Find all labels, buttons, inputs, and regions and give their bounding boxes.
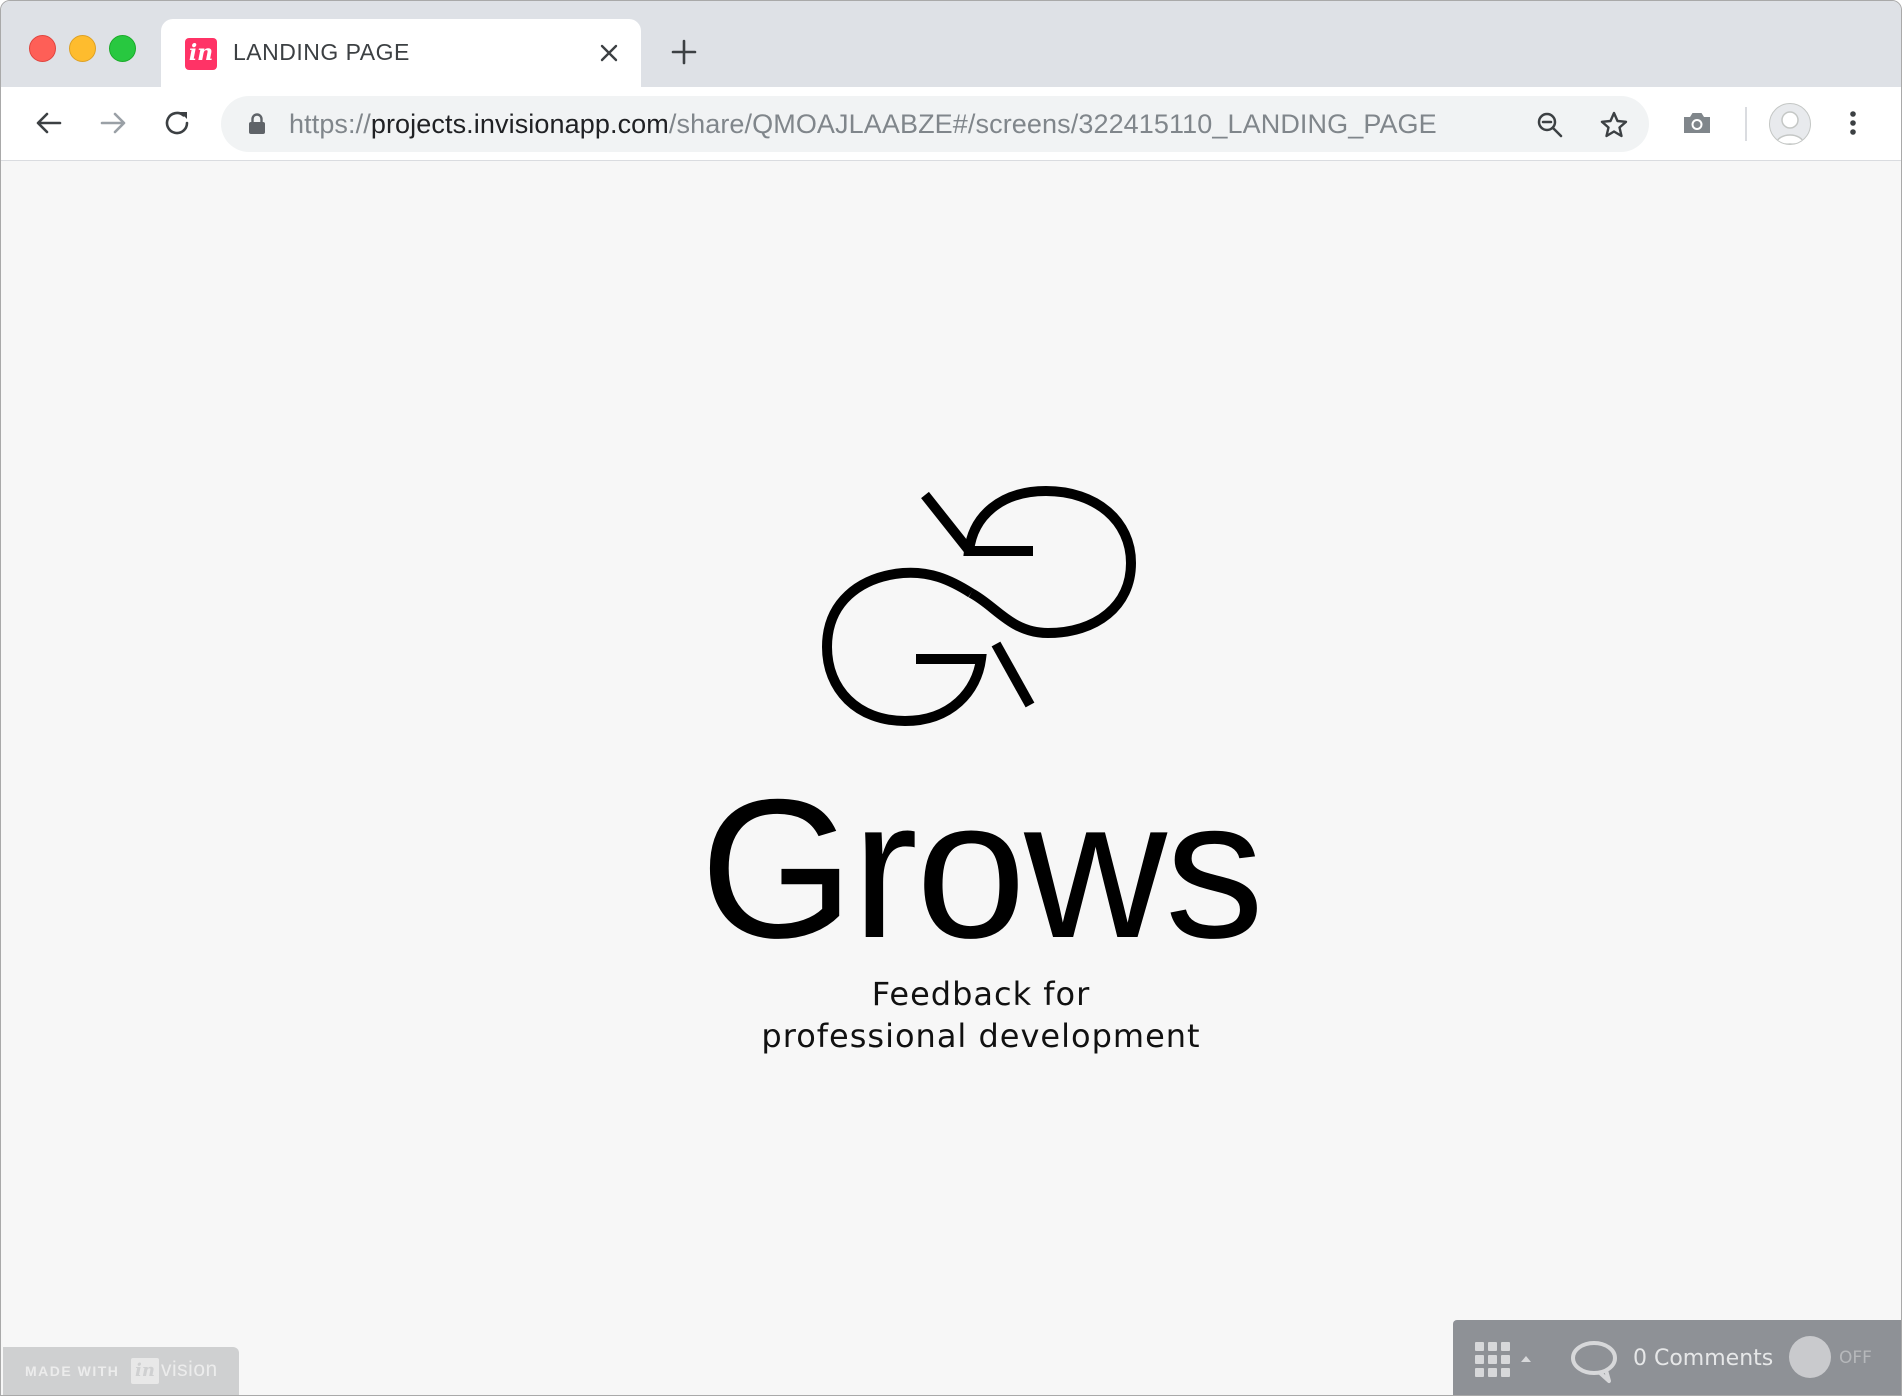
- url-host: projects.invisionapp.com: [370, 109, 669, 139]
- tagline-line-1: Feedback for: [871, 975, 1091, 1013]
- forward-arrow-icon[interactable]: [97, 107, 129, 139]
- close-window-button[interactable]: [29, 35, 56, 62]
- invision-wordmark: vision: [161, 1358, 218, 1381]
- lock-icon: [249, 113, 265, 134]
- toolbar-divider: [1745, 107, 1747, 141]
- grid-icon[interactable]: [1475, 1342, 1511, 1378]
- camera-icon[interactable]: [1681, 107, 1713, 139]
- invision-logo-icon: in: [131, 1358, 159, 1384]
- tagline-line-2: professional development: [761, 1017, 1201, 1055]
- address-bar[interactable]: https://projects.invisionapp.com/share/Q…: [221, 96, 1649, 152]
- made-with-invision-badge[interactable]: MADE WITH in vision: [3, 1347, 239, 1395]
- invision-favicon-icon: in: [185, 38, 217, 70]
- made-with-label: MADE WITH: [25, 1363, 120, 1379]
- star-icon[interactable]: [1599, 110, 1629, 140]
- url-text: https://projects.invisionapp.com/share/Q…: [289, 109, 1437, 140]
- tagline: Feedback for professional development: [1, 973, 1901, 1057]
- comments-count-button[interactable]: 0 Comments: [1633, 1346, 1773, 1371]
- url-path: /share/QMOAJLAABZE#/screens/322415110_LA…: [668, 109, 1437, 139]
- zoom-icon[interactable]: [1535, 110, 1565, 140]
- minimize-window-button[interactable]: [69, 35, 96, 62]
- caret-up-icon[interactable]: [1521, 1356, 1531, 1362]
- profile-icon[interactable]: [1769, 103, 1811, 145]
- comments-toggle-label: OFF: [1839, 1348, 1872, 1368]
- reload-icon[interactable]: [161, 107, 193, 139]
- browser-window: in LANDING PAGE https://projects.invisio…: [0, 0, 1902, 1396]
- url-scheme: https://: [289, 109, 371, 139]
- page-content: Grows Feedback for professional developm…: [1, 161, 1901, 1395]
- tab-landing-page[interactable]: in LANDING PAGE: [161, 19, 641, 87]
- tab-title: LANDING PAGE: [233, 39, 410, 65]
- grows-logo-icon: [821, 485, 1137, 727]
- invision-share-toolbar: 0 Comments OFF: [1453, 1320, 1901, 1395]
- plus-icon[interactable]: [669, 37, 699, 67]
- zoom-window-button[interactable]: [109, 35, 136, 62]
- more-vertical-icon[interactable]: [1837, 107, 1869, 139]
- back-arrow-icon[interactable]: [33, 107, 65, 139]
- tab-strip: in LANDING PAGE: [1, 1, 1901, 87]
- comments-toggle-switch[interactable]: [1789, 1336, 1831, 1378]
- browser-toolbar: https://projects.invisionapp.com/share/Q…: [1, 87, 1901, 161]
- close-icon[interactable]: [597, 41, 621, 65]
- brand-wordmark: Grows: [699, 758, 1264, 979]
- comment-icon[interactable]: [1569, 1338, 1619, 1384]
